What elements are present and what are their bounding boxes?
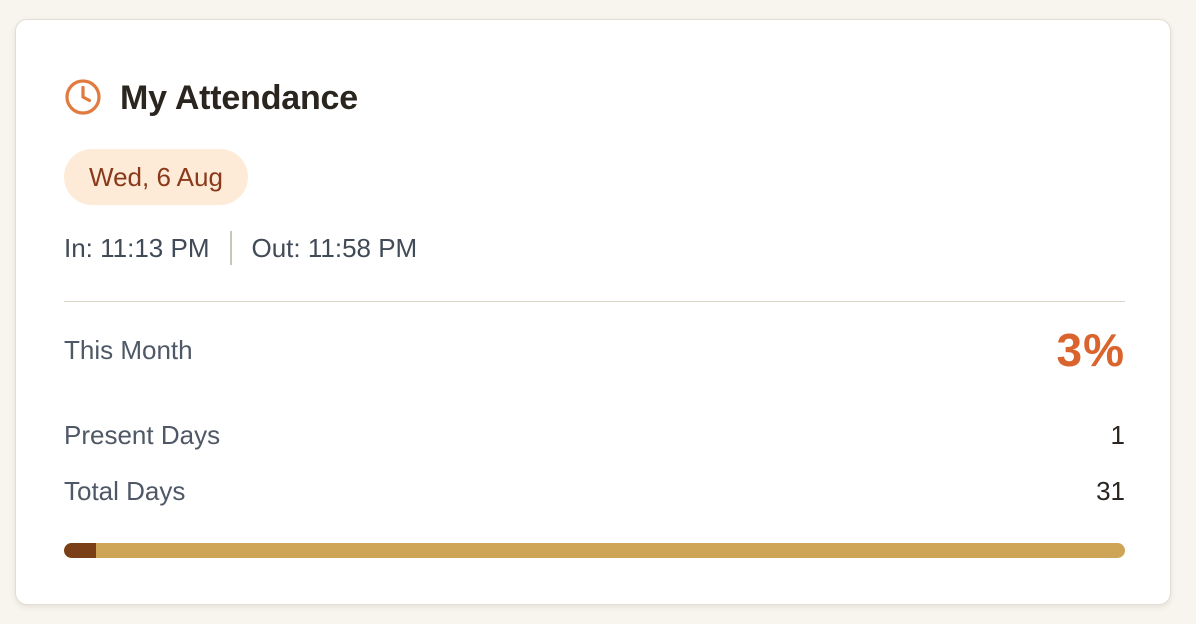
total-days-value: 31 [1096, 475, 1125, 506]
present-days-value: 1 [1110, 419, 1125, 450]
present-days-row: Present Days 1 [64, 417, 1125, 453]
month-summary-row: This Month 3% [64, 324, 1125, 376]
present-days-label: Present Days [64, 419, 221, 450]
total-days-label: Total Days [64, 475, 186, 506]
date-badge: Wed, 6 Aug [64, 149, 248, 205]
attendance-progress-bar [64, 543, 1125, 558]
check-in-time: In: 11:13 PM [64, 232, 210, 263]
section-divider [64, 301, 1125, 302]
card-header: My Attendance [64, 78, 358, 118]
card-title: My Attendance [120, 78, 358, 117]
total-days-row: Total Days 31 [64, 473, 1125, 509]
check-out-time: Out: 11:58 PM [251, 232, 418, 263]
time-separator [229, 231, 232, 265]
check-times: In: 11:13 PM Out: 11:58 PM [64, 228, 417, 268]
attendance-card: My Attendance Wed, 6 Aug In: 11:13 PM Ou… [15, 19, 1171, 605]
attendance-progress-fill [64, 543, 96, 558]
clock-icon [64, 78, 104, 118]
attendance-percent: 3% [1056, 324, 1125, 376]
month-label: This Month [64, 334, 193, 365]
